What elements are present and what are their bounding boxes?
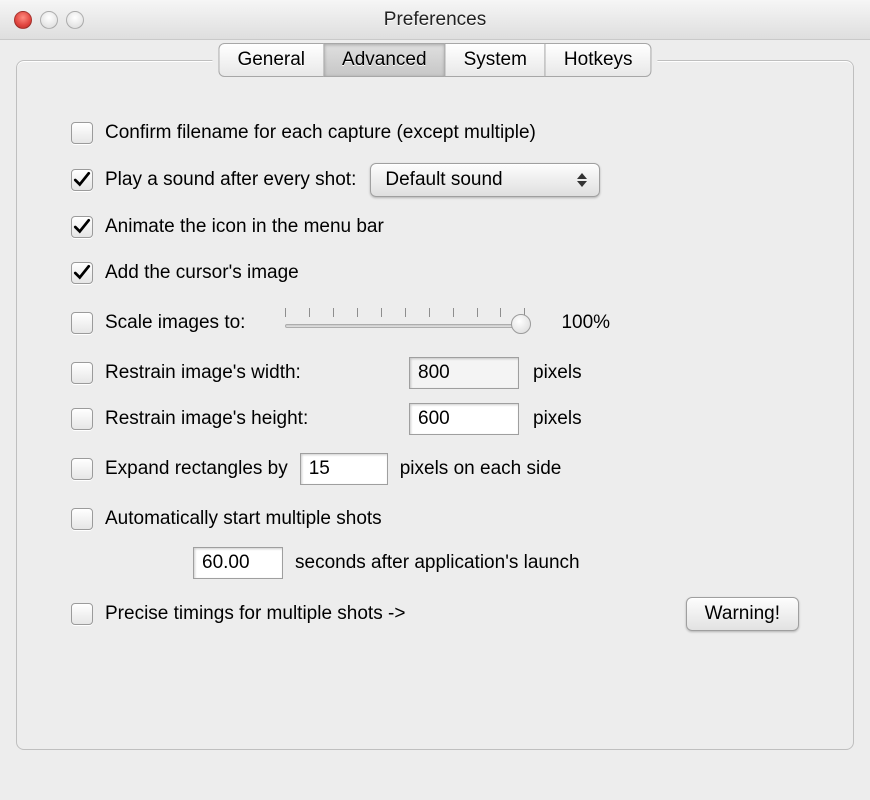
window-title: Preferences: [0, 9, 870, 31]
auto-start-delay-after: seconds after application's launch: [295, 552, 580, 574]
scale-percent-label: 100%: [561, 312, 610, 334]
window-close-button[interactable]: [14, 11, 32, 29]
auto-start-checkbox[interactable]: [71, 508, 93, 530]
scale-images-label: Scale images to:: [105, 312, 245, 334]
scale-slider[interactable]: [285, 314, 525, 332]
confirm-filename-checkbox[interactable]: [71, 122, 93, 144]
animate-icon-checkbox[interactable]: [71, 216, 93, 238]
warning-button-label: Warning!: [705, 603, 780, 625]
expand-rect-label-after: pixels on each side: [400, 458, 562, 480]
confirm-filename-label: Confirm filename for each capture (excep…: [105, 122, 536, 144]
updown-arrows-icon: [575, 173, 589, 187]
tab-system[interactable]: System: [445, 43, 545, 77]
play-sound-checkbox[interactable]: [71, 169, 93, 191]
restrain-height-label: Restrain image's height:: [105, 408, 395, 430]
precise-timings-checkbox[interactable]: [71, 603, 93, 625]
expand-rect-checkbox[interactable]: [71, 458, 93, 480]
restrain-height-checkbox[interactable]: [71, 408, 93, 430]
restrain-width-label: Restrain image's width:: [105, 362, 395, 384]
auto-start-label: Automatically start multiple shots: [105, 508, 382, 530]
restrain-width-unit: pixels: [533, 362, 582, 384]
play-sound-label: Play a sound after every shot:: [105, 169, 356, 191]
add-cursor-label: Add the cursor's image: [105, 262, 299, 284]
expand-rect-label-before: Expand rectangles by: [105, 458, 288, 480]
preferences-panel: Confirm filename for each capture (excep…: [16, 60, 854, 750]
sound-select[interactable]: Default sound: [370, 163, 600, 197]
restrain-width-checkbox[interactable]: [71, 362, 93, 384]
restrain-width-input[interactable]: [409, 357, 519, 389]
restrain-height-input[interactable]: [409, 403, 519, 435]
restrain-height-unit: pixels: [533, 408, 582, 430]
window-minimize-button[interactable]: [40, 11, 58, 29]
precise-timings-label: Precise timings for multiple shots ->: [105, 603, 405, 625]
tab-general[interactable]: General: [218, 43, 323, 77]
animate-icon-label: Animate the icon in the menu bar: [105, 216, 384, 238]
title-bar: Preferences: [0, 0, 870, 40]
expand-rect-input[interactable]: [300, 453, 388, 485]
add-cursor-checkbox[interactable]: [71, 262, 93, 284]
sound-select-value: Default sound: [385, 169, 502, 191]
window-zoom-button[interactable]: [66, 11, 84, 29]
tab-hotkeys[interactable]: Hotkeys: [545, 43, 652, 77]
auto-start-delay-input[interactable]: [193, 547, 283, 579]
scale-images-checkbox[interactable]: [71, 312, 93, 334]
tab-advanced[interactable]: Advanced: [323, 43, 445, 77]
tab-bar: General Advanced System Hotkeys: [212, 43, 657, 77]
warning-button[interactable]: Warning!: [686, 597, 799, 631]
